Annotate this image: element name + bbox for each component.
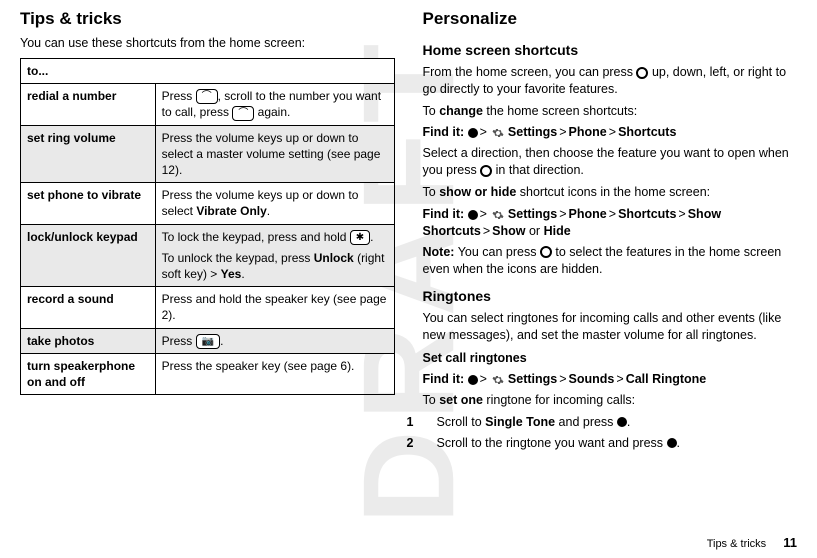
center-key-icon xyxy=(468,128,478,138)
paragraph: To change the home screen shortcuts: xyxy=(423,103,798,120)
paragraph: Select a direction, then choose the feat… xyxy=(423,145,798,179)
list-item: 1Scroll to Single Tone and press . xyxy=(423,414,798,431)
nav-ring-icon xyxy=(636,67,648,79)
center-key-icon xyxy=(468,375,478,385)
note: Note: You can press to select the featur… xyxy=(423,244,798,278)
call-key-icon: ⌒ xyxy=(196,89,218,104)
row-desc: Press the volume keys up or down to sele… xyxy=(155,125,394,183)
row-desc: Press and hold the speaker key (see page… xyxy=(155,287,394,328)
right-column: Personalize Home screen shortcuts From t… xyxy=(423,8,798,455)
paragraph: To set one ringtone for incoming calls: xyxy=(423,392,798,409)
paragraph: You can select ringtones for incoming ca… xyxy=(423,310,798,344)
intro-text: You can use these shortcuts from the hom… xyxy=(20,35,395,52)
table-row: set phone to vibrate Press the volume ke… xyxy=(21,183,395,224)
gear-icon xyxy=(492,127,504,139)
subsubsection-set-call-ringtones: Set call ringtones xyxy=(423,350,798,367)
gear-icon xyxy=(492,374,504,386)
table-row: turn speakerphone on and off Press the s… xyxy=(21,354,395,395)
table-row: redial a number Press ⌒, scroll to the n… xyxy=(21,84,395,126)
center-key-icon xyxy=(468,210,478,220)
paragraph: From the home screen, you can press up, … xyxy=(423,64,798,98)
center-key-icon xyxy=(667,438,677,448)
nav-ring-icon xyxy=(480,165,492,177)
row-desc: Press the speaker key (see page 6). xyxy=(155,354,394,395)
find-it-path: Find it: > Settings>Sounds>Call Ringtone xyxy=(423,371,798,388)
footer-section: Tips & tricks xyxy=(707,538,767,550)
row-label: set phone to vibrate xyxy=(21,183,156,224)
section-title-personalize: Personalize xyxy=(423,8,798,31)
gear-icon xyxy=(492,209,504,221)
paragraph: To show or hide shortcut icons in the ho… xyxy=(423,184,798,201)
row-label: record a sound xyxy=(21,287,156,328)
page-footer: Tips & tricks 11 xyxy=(707,534,797,552)
subsection-ringtones: Ringtones xyxy=(423,287,798,306)
left-column: Tips & tricks You can use these shortcut… xyxy=(20,8,395,455)
subsection-home-shortcuts: Home screen shortcuts xyxy=(423,41,798,60)
page-number: 11 xyxy=(783,535,797,550)
find-it-path: Find it: > Settings>Phone>Shortcuts xyxy=(423,124,798,141)
center-key-icon xyxy=(617,417,627,427)
list-item: 2Scroll to the ringtone you want and pre… xyxy=(423,435,798,452)
page-content: Tips & tricks You can use these shortcut… xyxy=(0,0,817,455)
table-row: take photos Press 📷. xyxy=(21,328,395,353)
star-key-icon: ✱ xyxy=(350,230,370,245)
nav-ring-icon xyxy=(540,246,552,258)
table-row: lock/unlock keypad To lock the keypad, p… xyxy=(21,224,395,287)
row-desc: Press ⌒, scroll to the number you want t… xyxy=(155,84,394,126)
row-desc: Press 📷. xyxy=(155,328,394,353)
row-desc: Press the volume keys up or down to sele… xyxy=(155,183,394,224)
camera-key-icon: 📷 xyxy=(196,334,220,349)
row-label: lock/unlock keypad xyxy=(21,224,156,287)
table-row: record a sound Press and hold the speake… xyxy=(21,287,395,328)
steps-list: 1Scroll to Single Tone and press . 2Scro… xyxy=(423,414,798,452)
row-label: redial a number xyxy=(21,84,156,126)
row-label: take photos xyxy=(21,328,156,353)
row-desc: To lock the keypad, press and hold ✱. To… xyxy=(155,224,394,287)
find-it-path: Find it: > Settings>Phone>Shortcuts>Show… xyxy=(423,206,798,240)
call-key-icon: ⌒ xyxy=(232,106,254,121)
table-header: to... xyxy=(21,58,395,83)
shortcuts-table: to... redial a number Press ⌒, scroll to… xyxy=(20,58,395,396)
table-row: set ring volume Press the volume keys up… xyxy=(21,125,395,183)
row-label: set ring volume xyxy=(21,125,156,183)
row-label: turn speakerphone on and off xyxy=(21,354,156,395)
section-title-tips: Tips & tricks xyxy=(20,8,395,31)
